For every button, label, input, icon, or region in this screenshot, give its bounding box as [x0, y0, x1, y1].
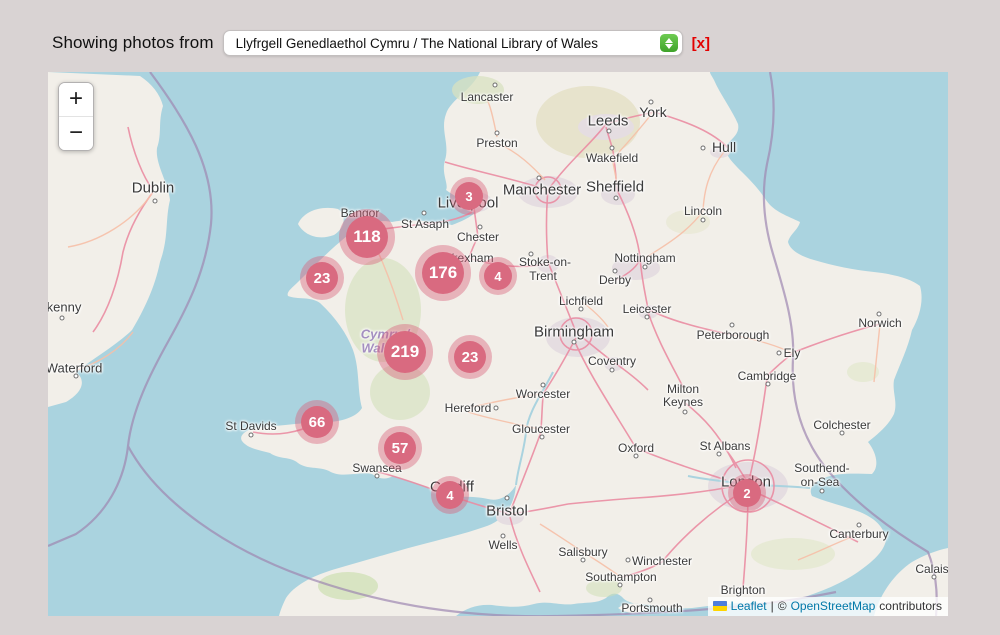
select-stepper-icon — [660, 34, 678, 52]
attribution-bar: Leaflet | © OpenStreetMap contributors — [708, 597, 948, 616]
photo-cluster-marker[interactable]: 23 — [300, 256, 344, 300]
cluster-count: 66 — [301, 406, 333, 438]
cluster-count: 4 — [484, 262, 512, 290]
cluster-count: 219 — [384, 331, 426, 373]
photo-cluster-marker[interactable]: 4 — [431, 476, 469, 514]
header-label: Showing photos from — [52, 33, 214, 53]
cluster-count: 23 — [306, 262, 338, 294]
photo-cluster-marker[interactable]: 219 — [377, 324, 433, 380]
cluster-count: 4 — [436, 481, 464, 509]
cluster-count: 176 — [422, 252, 464, 294]
leaflet-link[interactable]: Leaflet — [731, 599, 767, 613]
cluster-count: 57 — [384, 432, 416, 464]
photo-cluster-marker[interactable]: 2 — [728, 474, 766, 512]
photo-cluster-marker[interactable]: 4 — [479, 257, 517, 295]
photo-cluster-marker[interactable]: 23 — [448, 335, 492, 379]
header-bar: Showing photos from Llyfrgell Genedlaeth… — [52, 28, 980, 58]
cluster-count: 2 — [733, 479, 761, 507]
photo-cluster-marker[interactable]: 118 — [339, 209, 395, 265]
zoom-in-button[interactable]: + — [59, 83, 93, 116]
cluster-count: 118 — [346, 216, 388, 258]
photo-source-select[interactable]: Llyfrgell Genedlaethol Cymru / The Natio… — [223, 30, 683, 56]
cluster-count: 3 — [455, 182, 483, 210]
attribution-suffix: contributors — [879, 599, 942, 613]
photo-cluster-marker[interactable]: 176 — [415, 245, 471, 301]
photo-cluster-marker[interactable]: 66 — [295, 400, 339, 444]
photo-source-select-value: Llyfrgell Genedlaethol Cymru / The Natio… — [236, 36, 598, 51]
zoom-control: + − — [58, 82, 94, 151]
cluster-count: 23 — [454, 341, 486, 373]
photo-cluster-marker[interactable]: 3 — [450, 177, 488, 215]
clear-filter-button[interactable]: [x] — [692, 35, 710, 52]
leaflet-map[interactable]: DublinkennyWaterfordLancasterPrestonLeed… — [48, 72, 948, 616]
copyright-symbol: © — [778, 599, 787, 613]
attribution-divider: | — [771, 599, 774, 613]
cluster-layer: 311823176421923665742 — [48, 72, 948, 616]
zoom-out-button[interactable]: − — [59, 116, 93, 150]
photo-cluster-marker[interactable]: 57 — [378, 426, 422, 470]
ukraine-flag-icon — [713, 601, 727, 611]
openstreetmap-link[interactable]: OpenStreetMap — [791, 599, 876, 613]
